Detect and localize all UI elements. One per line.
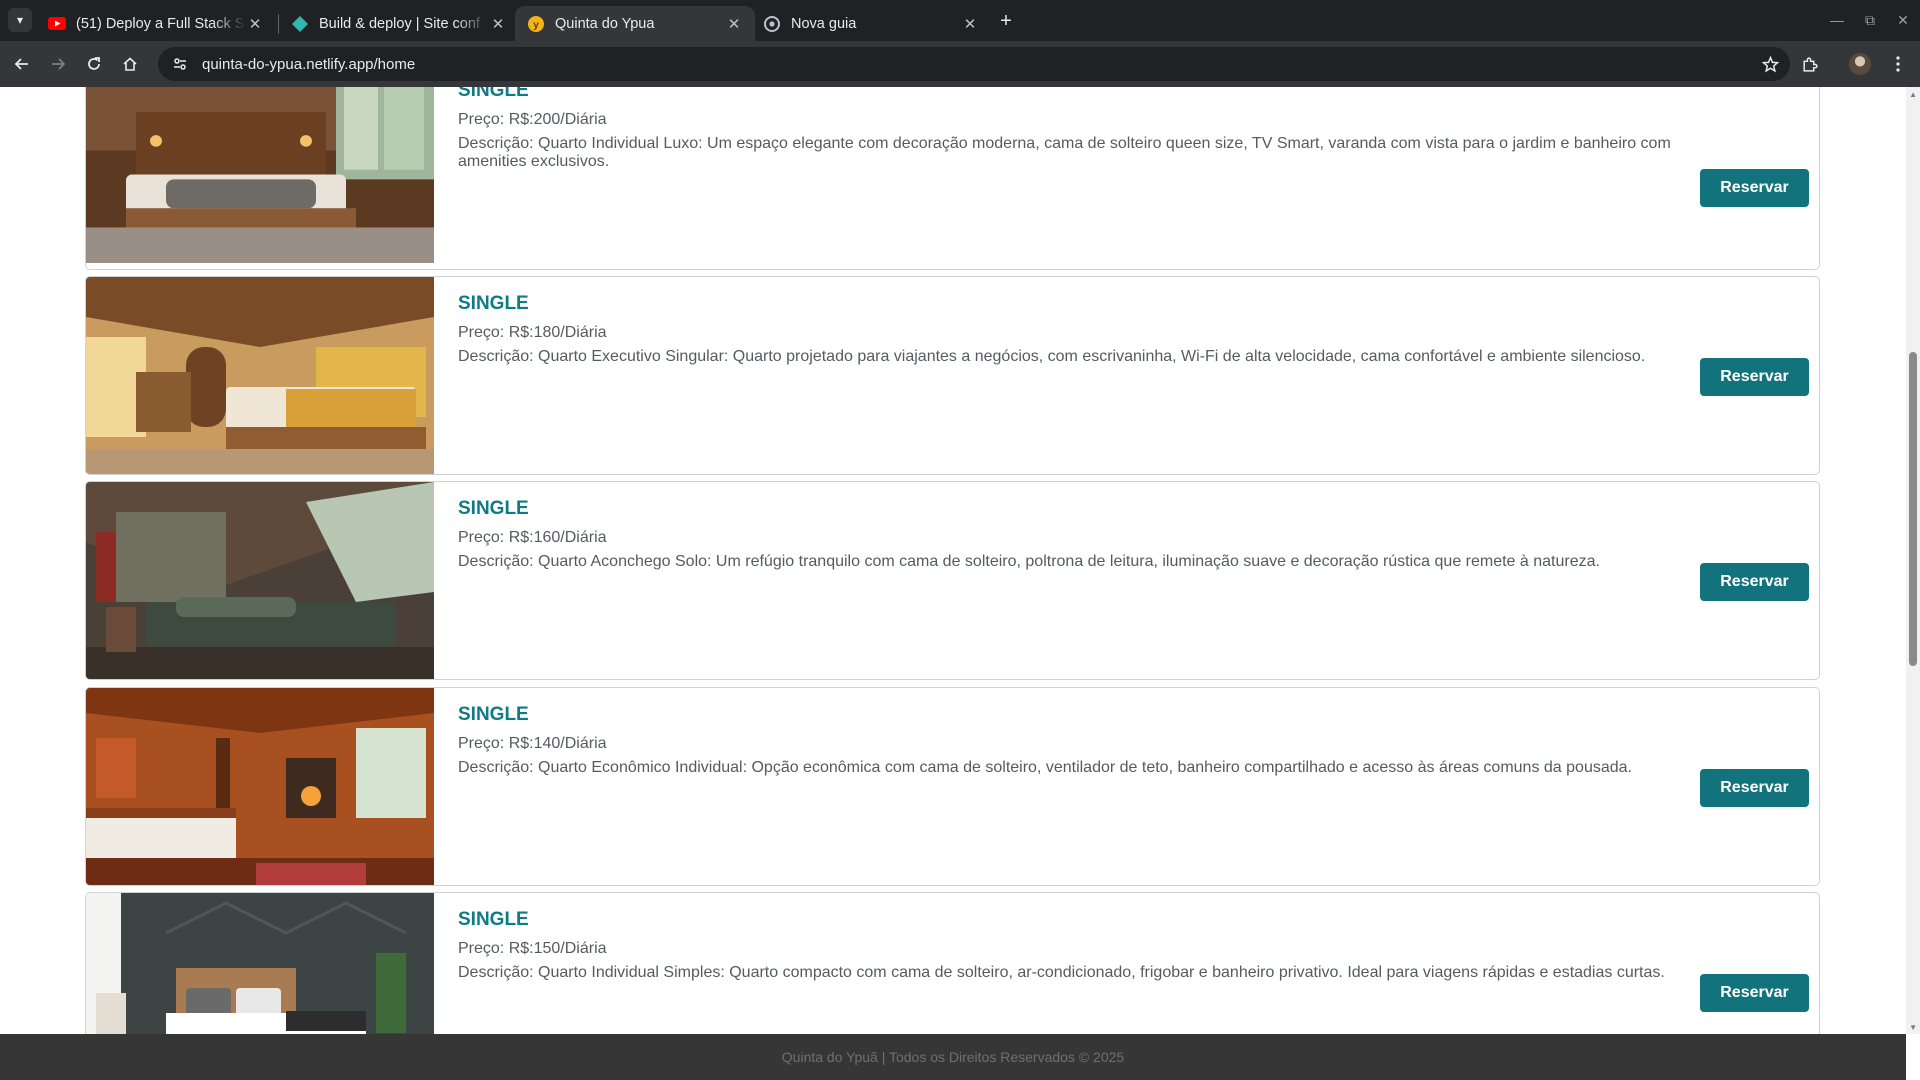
svg-text:y: y — [533, 20, 539, 31]
new-tab-plus-icon[interactable]: + — [993, 8, 1019, 34]
reservar-button[interactable]: Reservar — [1700, 358, 1809, 396]
room-photo-attic-bedroom — [86, 482, 434, 679]
room-card: SINGLE Preço: R$:200/Diária Descrição: Q… — [85, 87, 1820, 270]
room-photo-cabin-bedroom — [86, 688, 434, 885]
browser-tab-strip: ▾ (51) Deploy a Full Stack S ✕ Build & d… — [0, 0, 1920, 41]
tab-title: Build & deploy | Site conf — [319, 15, 480, 32]
chrome-icon — [763, 15, 781, 33]
avatar — [1849, 53, 1871, 75]
reservar-button[interactable]: Reservar — [1700, 563, 1809, 601]
room-info: SINGLE Preço: R$:140/Diária Descrição: Q… — [458, 704, 1678, 777]
room-description: Descrição: Quarto Executivo Singular: Qu… — [458, 348, 1646, 365]
room-info: SINGLE Preço: R$:200/Diária Descrição: Q… — [458, 87, 1678, 171]
room-card: SINGLE Preço: R$:180/Diária Descrição: Q… — [85, 276, 1820, 475]
tab-nova-guia[interactable]: Nova guia ✕ — [751, 6, 991, 41]
tab-search-chevron-icon[interactable]: ▾ — [8, 8, 32, 32]
room-description: Descrição: Quarto Individual Simples: Qu… — [458, 964, 1665, 981]
tab-title: Nova guia — [791, 15, 857, 32]
room-description: Descrição: Quarto Aconchego Solo: Um ref… — [458, 553, 1600, 570]
youtube-icon — [48, 15, 66, 33]
reservar-button[interactable]: Reservar — [1700, 169, 1809, 207]
room-price: Preço: R$:200/Diária — [458, 111, 607, 128]
room-info: SINGLE Preço: R$:180/Diária Descrição: Q… — [458, 293, 1678, 366]
reservar-button[interactable]: Reservar — [1700, 974, 1809, 1012]
tab-netlify[interactable]: Build & deploy | Site conf ✕ — [279, 6, 519, 41]
home-icon[interactable] — [116, 50, 144, 78]
scroll-down-arrow-icon[interactable]: ▼ — [1909, 1023, 1917, 1032]
close-window-icon[interactable]: ✕ — [1888, 8, 1918, 32]
more-menu-icon[interactable] — [1884, 50, 1912, 78]
close-tab-icon[interactable]: ✕ — [725, 15, 743, 33]
forward-arrow-icon[interactable] — [44, 50, 72, 78]
room-type: SINGLE — [458, 293, 529, 314]
extensions-puzzle-icon[interactable] — [1795, 50, 1823, 78]
room-card: SINGLE Preço: R$:150/Diária Descrição: Q… — [85, 892, 1820, 1034]
tab-title: (51) Deploy a Full Stack S — [76, 15, 245, 32]
close-tab-icon[interactable]: ✕ — [489, 15, 507, 33]
room-photo-rustic-bedroom — [86, 277, 434, 474]
room-card: SINGLE Preço: R$:140/Diária Descrição: Q… — [85, 687, 1820, 886]
room-photo-luxury-bedroom — [86, 87, 434, 269]
room-type: SINGLE — [458, 909, 529, 930]
back-arrow-icon[interactable] — [8, 50, 36, 78]
room-type: SINGLE — [458, 87, 529, 101]
room-info: SINGLE Preço: R$:150/Diária Descrição: Q… — [458, 909, 1678, 982]
room-price: Preço: R$:140/Diária — [458, 735, 607, 752]
room-description: Descrição: Quarto Individual Luxo: Um es… — [458, 135, 1671, 170]
room-description: Descrição: Quarto Econômico Individual: … — [458, 759, 1632, 776]
room-price: Preço: R$:180/Diária — [458, 324, 607, 341]
room-price: Preço: R$:150/Diária — [458, 940, 607, 957]
tab-youtube[interactable]: (51) Deploy a Full Stack S ✕ — [36, 6, 276, 41]
profile-avatar[interactable] — [1846, 50, 1874, 78]
tab-quinta-do-ypua[interactable]: y Quinta do Ypua ✕ — [515, 6, 755, 41]
page-viewport: SINGLE Preço: R$:200/Diária Descrição: Q… — [0, 87, 1920, 1034]
room-info: SINGLE Preço: R$:160/Diária Descrição: Q… — [458, 498, 1678, 571]
reservar-button[interactable]: Reservar — [1700, 769, 1809, 807]
room-type: SINGLE — [458, 704, 529, 725]
site-settings-icon[interactable] — [170, 54, 190, 74]
address-bar[interactable]: quinta-do-ypua.netlify.app/home — [158, 47, 1790, 81]
close-tab-icon[interactable]: ✕ — [961, 15, 979, 33]
room-price: Preço: R$:160/Diária — [458, 529, 607, 546]
restore-icon[interactable]: ⧉ — [1855, 8, 1885, 32]
scroll-up-arrow-icon[interactable]: ▲ — [1909, 90, 1917, 99]
footer-text: Quinta do Ypuã | Todos os Direitos Reser… — [781, 1049, 1125, 1065]
browser-toolbar: quinta-do-ypua.netlify.app/home — [0, 41, 1920, 87]
bookmark-star-icon[interactable] — [1760, 54, 1780, 74]
url-text: quinta-do-ypua.netlify.app/home — [202, 55, 416, 73]
room-photo-modern-bedroom — [86, 893, 434, 1034]
reload-icon[interactable] — [80, 50, 108, 78]
site-footer: Quinta do Ypuã | Todos os Direitos Reser… — [0, 1034, 1906, 1080]
netlify-icon — [291, 15, 309, 33]
close-tab-icon[interactable]: ✕ — [246, 15, 264, 33]
tab-title: Quinta do Ypua — [555, 15, 655, 32]
room-type: SINGLE — [458, 498, 529, 519]
room-card: SINGLE Preço: R$:160/Diária Descrição: Q… — [85, 481, 1820, 680]
minimize-icon[interactable]: — — [1822, 8, 1852, 32]
scrollbar-thumb[interactable] — [1909, 352, 1917, 666]
site-icon: y — [527, 15, 545, 33]
